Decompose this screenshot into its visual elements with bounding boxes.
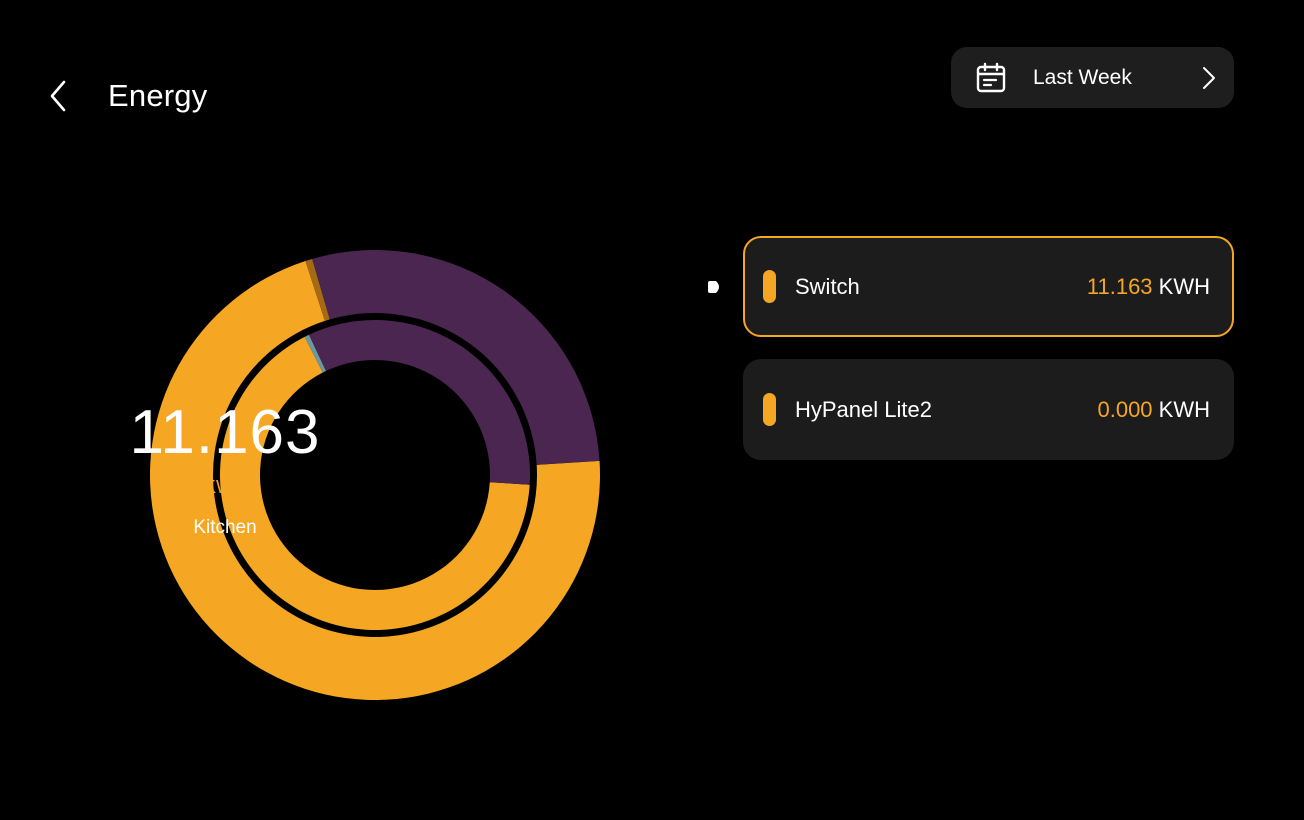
device-name: HyPanel Lite2 bbox=[795, 397, 932, 422]
total-energy-value: 11.163 bbox=[129, 398, 321, 467]
energy-donut-chart bbox=[149, 249, 600, 700]
device-energy-value: 0.000 bbox=[1097, 397, 1153, 422]
calendar-icon bbox=[976, 62, 1006, 93]
energy-screen: Energy Last Week 11.163 KWH Kitchen Swit… bbox=[0, 0, 1304, 820]
device-name: Switch bbox=[795, 274, 860, 299]
device-card-hypanel-lite2[interactable]: HyPanel Lite2 0.000 KWH bbox=[743, 359, 1234, 460]
chevron-right-icon bbox=[1203, 67, 1215, 89]
chevron-left-icon bbox=[50, 80, 66, 112]
device-card-switch[interactable]: Switch 11.163 KWH bbox=[743, 236, 1234, 337]
back-button[interactable] bbox=[40, 74, 76, 118]
total-energy-unit: KWH bbox=[204, 477, 246, 497]
device-color-swatch bbox=[763, 393, 776, 426]
device-energy: 0.000 KWH bbox=[1097, 397, 1210, 423]
selected-pointer-icon bbox=[708, 281, 719, 293]
page-title: Energy bbox=[108, 78, 208, 113]
device-color-swatch bbox=[763, 270, 776, 303]
device-energy-value: 11.163 bbox=[1086, 274, 1153, 299]
device-energy-unit: KWH bbox=[1158, 274, 1210, 299]
room-name: Kitchen bbox=[193, 517, 257, 538]
date-range-selector[interactable]: Last Week bbox=[951, 47, 1234, 108]
date-range-label: Last Week bbox=[1033, 66, 1132, 89]
device-energy-unit: KWH bbox=[1158, 397, 1210, 422]
device-energy: 11.163 KWH bbox=[1087, 274, 1210, 300]
